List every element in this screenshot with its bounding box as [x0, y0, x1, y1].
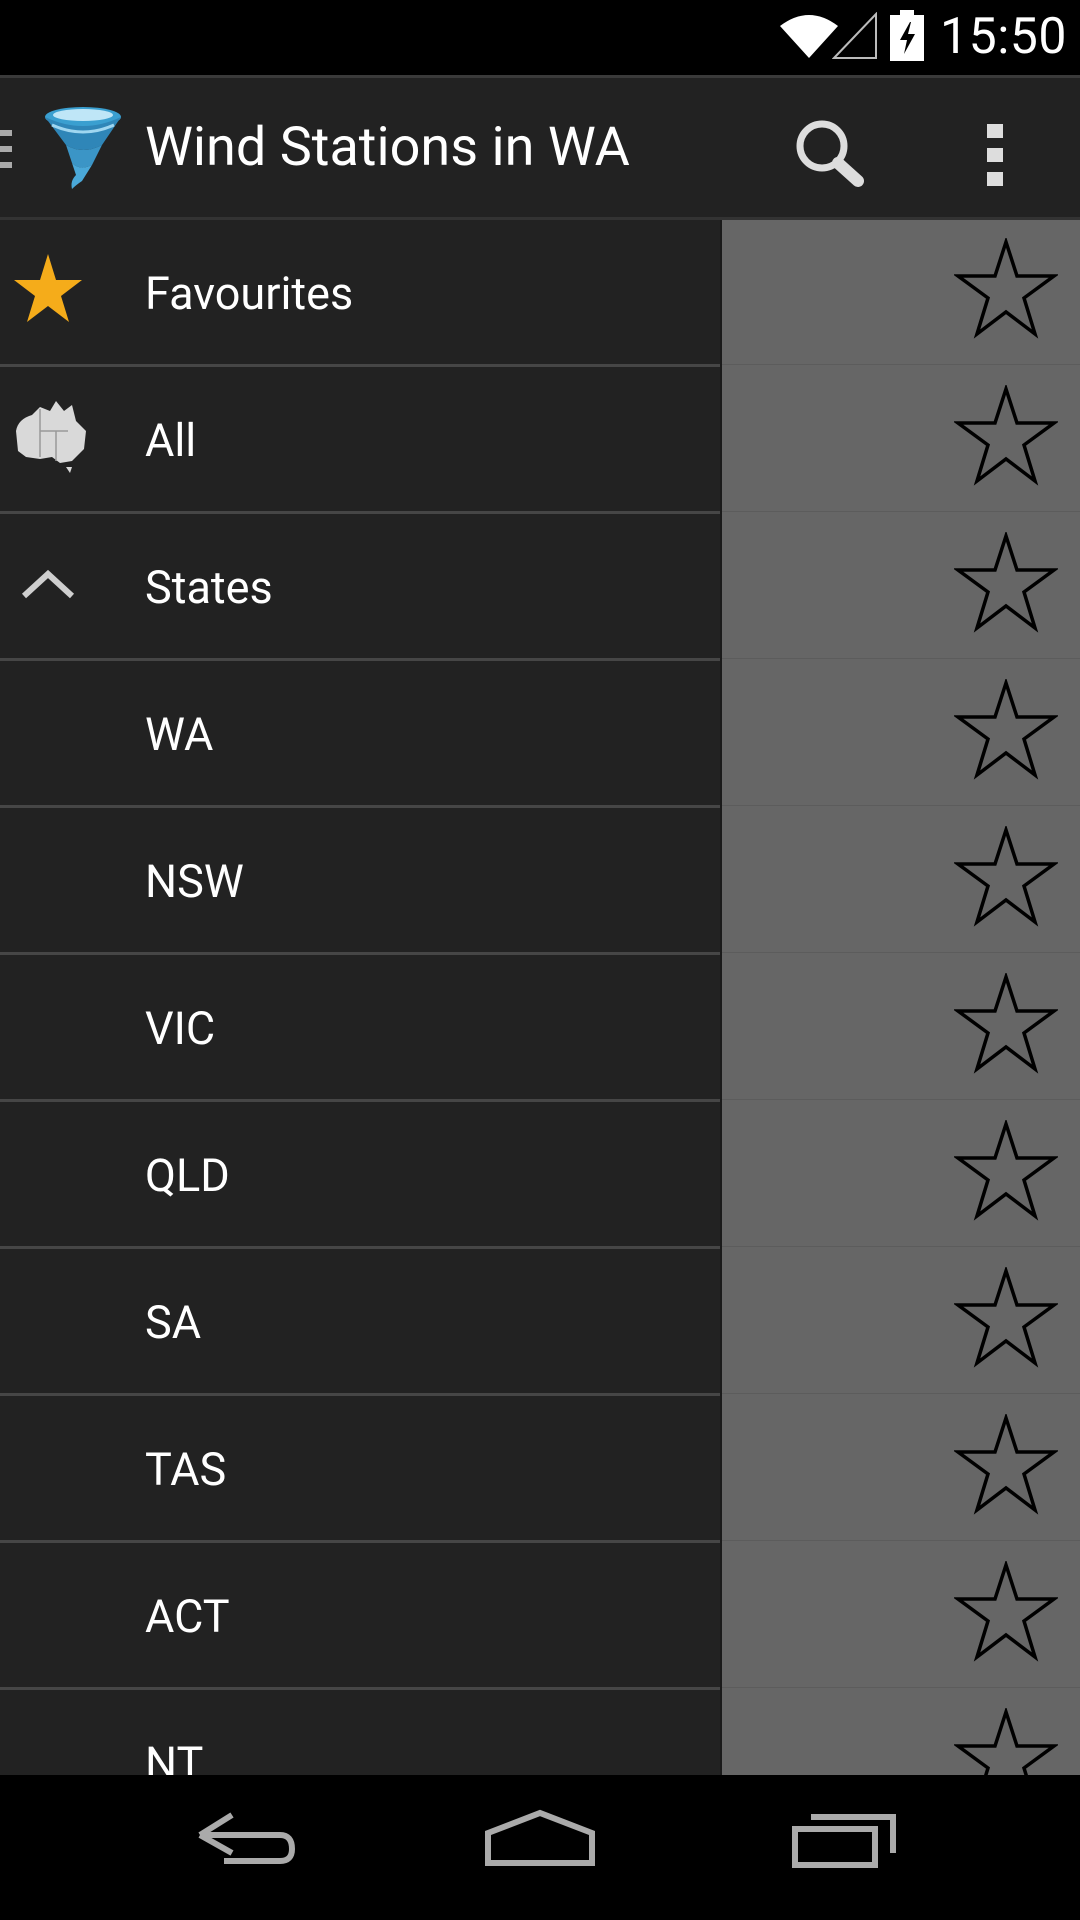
- favourite-star-icon[interactable]: [954, 1561, 1058, 1665]
- drawer-item-wa[interactable]: WA: [0, 661, 720, 808]
- search-button[interactable]: [780, 108, 880, 198]
- more-vertical-icon: [987, 124, 1003, 186]
- australia-map-icon: [16, 401, 86, 473]
- content-area: Favourites All States WA NSW VIC QLD SA …: [0, 220, 1080, 1775]
- favourite-star-icon[interactable]: [954, 1708, 1058, 1775]
- drawer-item-vic[interactable]: VIC: [0, 955, 720, 1102]
- back-arrow-icon: [198, 1812, 296, 1864]
- status-bar: 15:50: [0, 0, 1080, 75]
- status-clock: 15:50: [940, 8, 1068, 66]
- favourite-star-icon[interactable]: [954, 679, 1058, 783]
- drawer-item-all[interactable]: All: [0, 367, 720, 514]
- drawer-item-sa[interactable]: SA: [0, 1249, 720, 1396]
- drawer-item-act[interactable]: ACT: [0, 1543, 720, 1690]
- drawer-item-nt[interactable]: NT: [0, 1690, 720, 1775]
- drawer-item-label: SA: [145, 1296, 202, 1349]
- drawer-item-label: TAS: [145, 1443, 227, 1496]
- favourite-star-icon[interactable]: [954, 1120, 1058, 1224]
- favourite-star-icon[interactable]: [954, 385, 1058, 489]
- drawer-item-label: WA: [145, 708, 214, 761]
- favourite-star-icon[interactable]: [954, 532, 1058, 636]
- system-nav-bar: [0, 1775, 1080, 1920]
- chevron-up-icon: [21, 569, 75, 599]
- drawer-item-label: Favourites: [145, 267, 354, 320]
- drawer-item-favourites[interactable]: Favourites: [0, 220, 720, 367]
- drawer-item-qld[interactable]: QLD: [0, 1102, 720, 1249]
- overflow-menu-button[interactable]: [955, 108, 1035, 198]
- back-button[interactable]: [160, 1795, 320, 1895]
- drawer-item-label: ACT: [145, 1590, 230, 1643]
- tornado-logo-icon[interactable]: [42, 105, 124, 191]
- battery-charging-icon: [890, 10, 924, 61]
- drawer-item-tas[interactable]: TAS: [0, 1396, 720, 1543]
- signal-icon: [832, 12, 877, 59]
- favourite-star-icon[interactable]: [954, 1414, 1058, 1518]
- drawer-item-states[interactable]: States: [0, 514, 720, 661]
- action-bar: Wind Stations in WA: [0, 75, 1080, 220]
- drawer-item-label: States: [145, 561, 273, 614]
- favourite-star-icon[interactable]: [954, 238, 1058, 342]
- recent-apps-icon: [792, 1814, 896, 1868]
- drawer-item-label: VIC: [145, 1002, 216, 1055]
- recent-apps-button[interactable]: [765, 1795, 925, 1895]
- favourite-star-icon[interactable]: [954, 1267, 1058, 1371]
- wifi-icon: [780, 15, 838, 58]
- drawer-item-label: NT: [145, 1737, 204, 1775]
- favourite-star-icon[interactable]: [954, 973, 1058, 1077]
- star-filled-icon: [14, 254, 82, 322]
- drawer-indicator-icon[interactable]: [0, 126, 14, 174]
- drawer-item-label: All: [145, 414, 197, 467]
- home-button[interactable]: [460, 1795, 620, 1895]
- home-icon: [485, 1809, 595, 1866]
- drawer-item-nsw[interactable]: NSW: [0, 808, 720, 955]
- page-title: Wind Stations in WA: [145, 116, 630, 179]
- drawer-item-label: QLD: [145, 1149, 230, 1202]
- search-icon: [796, 120, 864, 187]
- navigation-drawer: Favourites All States WA NSW VIC QLD SA …: [0, 220, 720, 1775]
- drawer-item-label: NSW: [145, 855, 244, 908]
- favourite-star-icon[interactable]: [954, 826, 1058, 930]
